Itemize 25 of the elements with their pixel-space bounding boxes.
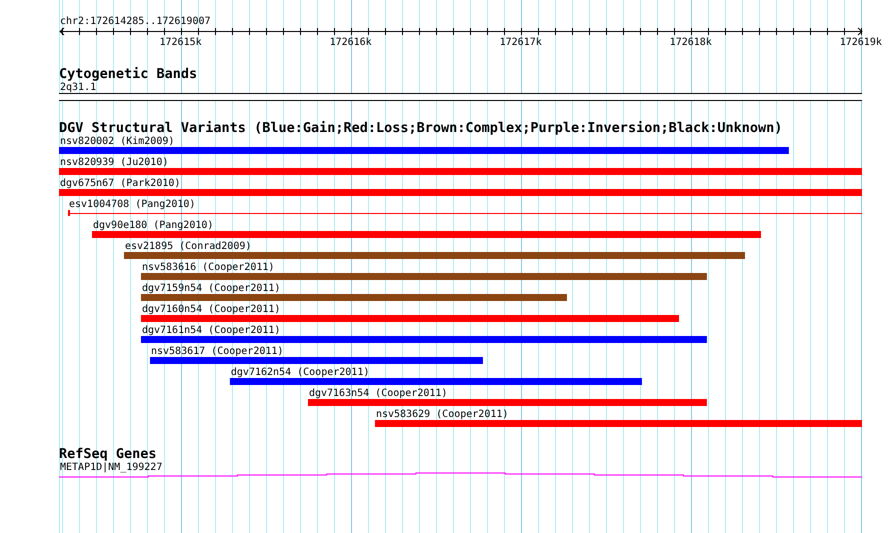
variant-label: nsv583629 (Cooper2011) <box>376 409 508 420</box>
band-label: 2q31.1 <box>60 82 96 93</box>
variant-label: nsv820939 (Ju2010) <box>60 157 168 168</box>
ruler-tick-label: 172618k <box>670 37 712 48</box>
variant-label: dgv7163n54 (Cooper2011) <box>308 388 448 399</box>
variant-label: dgv675n67 (Park2010) <box>60 178 180 189</box>
ruler-range-label: chr2:172614285..172619007 <box>60 16 211 27</box>
ruler-tick-label: 172617k <box>500 37 542 48</box>
variant-label: dgv7160n54 (Cooper2011) <box>142 304 280 315</box>
track-title: RefSeq Genes <box>59 446 157 462</box>
variant-label: nsv583617 (Cooper2011) <box>150 346 284 357</box>
track-title: DGV Structural Variants (Blue:Gain;Red:Loss;Brown:Complex;Purple:Inversion;Black:Unknown) <box>59 120 782 136</box>
variant-label: dgv90e180 (Pang2010) <box>93 220 214 231</box>
ruler-tick-label: 172616k <box>330 37 372 48</box>
variant-label: esv21895 (Conrad2009) <box>124 241 252 252</box>
ruler-tick-label: 172615k <box>160 37 202 48</box>
track-title: Cytogenetic Bands <box>59 66 198 82</box>
variant-label: dgv7162n54 (Cooper2011) <box>230 367 370 378</box>
ruler-tick-label: 172619k <box>840 37 882 48</box>
gene-label: METAP1D|NM_199227 <box>60 462 162 473</box>
variant-label: nsv820002 (Kim2009) <box>60 136 174 147</box>
variant-label: dgv7159n54 (Cooper2011) <box>142 283 280 294</box>
variant-label: dgv7161n54 (Cooper2011) <box>142 325 280 336</box>
variant-label: esv1004708 (Pang2010) <box>69 199 196 210</box>
variant-label: nsv583616 (Cooper2011) <box>142 262 274 273</box>
